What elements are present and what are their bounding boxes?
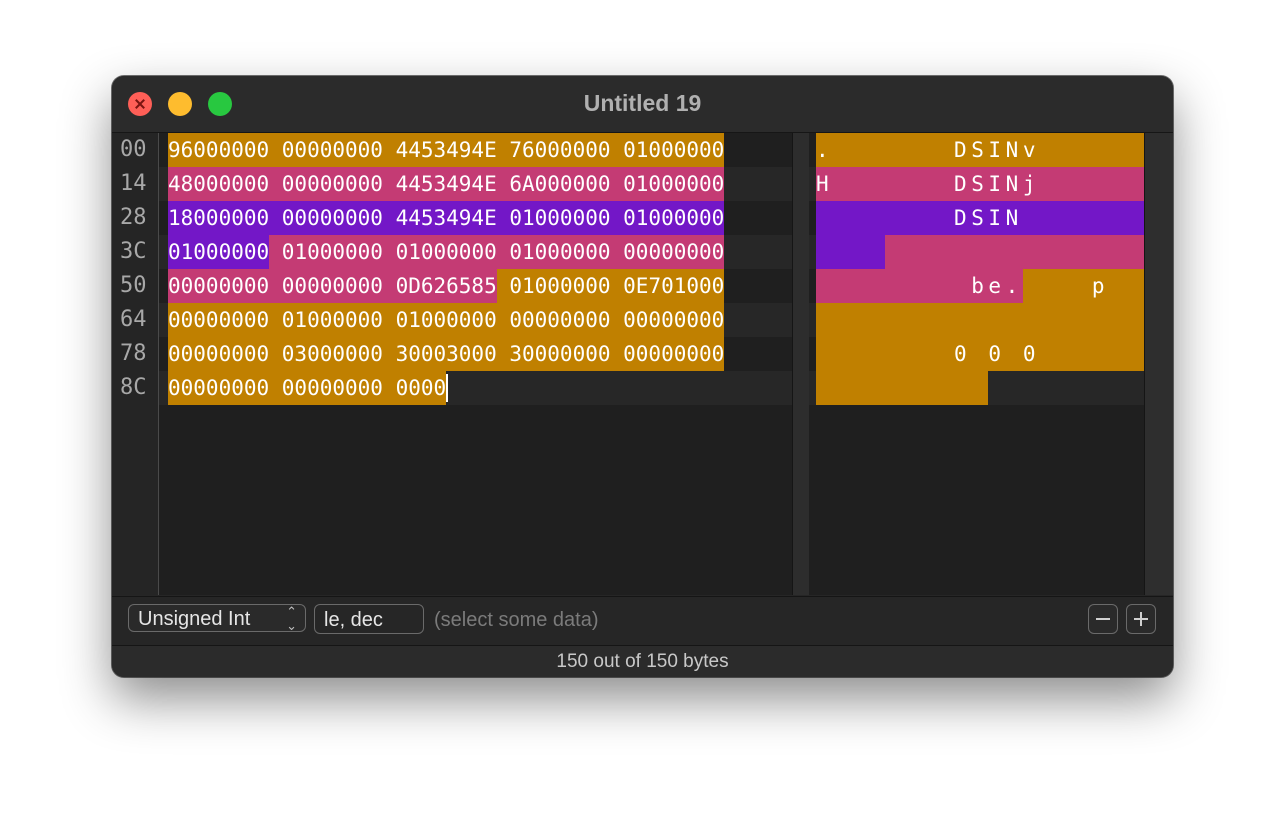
hex-bytes[interactable]: 48000000 00000000 4453494E 6A000000 0100… [168,167,725,201]
ascii-row[interactable] [809,235,1161,269]
ascii-chars[interactable] [816,371,989,405]
offset-label: 00 [120,137,147,162]
ascii-chars[interactable]: . DSINv [816,133,1161,167]
hex-bytes[interactable]: 01000000 01000000 01000000 00000000 [269,235,725,269]
type-popup-button[interactable]: Unsigned Int ⌃ ⌄ [128,604,306,633]
ascii-row[interactable]: . DSINv [809,133,1161,167]
hex-bytes[interactable]: 01000000 [168,235,270,269]
hex-bytes[interactable]: 00000000 03000000 30003000 30000000 0000… [168,337,725,371]
ascii-row[interactable] [809,303,1161,337]
hex-bytes[interactable]: 01000000 0E701000 [496,269,725,303]
hex-bytes[interactable]: 00000000 00000000 0000 [168,371,447,405]
hex-bytes[interactable]: 00000000 01000000 01000000 00000000 0000… [168,303,725,337]
type-popup-label: Unsigned Int [138,608,251,630]
inspector-value: (select some data) [434,609,599,631]
ascii-chars[interactable] [816,303,1161,337]
hex-bytes[interactable]: 18000000 00000000 4453494E 01000000 0100… [168,201,725,235]
offset-label: 64 [120,307,147,332]
ascii-chars[interactable] [816,235,885,269]
status-bar: 150 out of 150 bytes [112,646,1173,677]
plus-icon-vertical [1140,612,1142,626]
pane-divider[interactable] [792,133,810,595]
hex-bytes[interactable]: 00000000 00000000 0D626585 [168,269,497,303]
ascii-view[interactable]: . DSINv H DSINj DSIN be. p 0 0 0 [809,133,1161,595]
ascii-chars[interactable]: p [1022,269,1161,303]
vertical-scrollbar[interactable] [1144,133,1173,595]
ascii-row[interactable]: 0 0 0 [809,337,1161,371]
ascii-row[interactable]: DSIN [809,201,1161,235]
data-inspector-bar: Unsigned Int ⌃ ⌄ le, dec (select some dat… [112,596,1173,646]
window-title: Untitled 19 [583,90,702,116]
ascii-row[interactable]: be. p [809,269,1161,303]
titlebar: Untitled 19 [112,76,1173,133]
offset-column: 00 14 28 3C 50 64 78 8C [112,133,159,595]
offset-label: 78 [120,341,147,366]
hex-view[interactable]: 96000000 00000000 4453494E 76000000 0100… [159,133,792,595]
ascii-chars[interactable] [884,235,1161,269]
hex-row[interactable]: 96000000 00000000 4453494E 76000000 0100… [159,133,792,167]
offset-label: 50 [120,273,147,298]
ascii-row[interactable] [809,371,1144,405]
hex-row[interactable]: 00000000 01000000 01000000 00000000 0000… [159,303,792,337]
hex-editor-window: Untitled 19 00 14 28 3C 50 64 78 8C 96000000 00… [112,76,1173,677]
format-field[interactable]: le, dec [314,604,424,634]
ascii-chars[interactable]: H DSINj [816,167,1161,201]
ascii-chars[interactable]: be. [816,269,1023,303]
add-inspector-button[interactable] [1126,604,1156,634]
offset-label: 3C [120,239,147,264]
offset-label: 8C [120,375,147,400]
offset-label: 14 [120,171,147,196]
hex-row[interactable]: 18000000 00000000 4453494E 01000000 0100… [159,201,792,235]
ascii-row[interactable]: H DSINj [809,167,1161,201]
ascii-chars[interactable]: 0 0 0 [816,337,1161,371]
hex-bytes[interactable]: 96000000 00000000 4453494E 76000000 0100… [168,133,725,167]
hex-row[interactable]: 00000000 00000000 0D626585 01000000 0E70… [159,269,792,303]
ascii-chars[interactable]: DSIN [816,201,1161,235]
hex-row[interactable]: 00000000 03000000 30003000 30000000 0000… [159,337,792,371]
insertion-cursor [446,374,449,402]
hex-row[interactable]: 48000000 00000000 4453494E 6A000000 0100… [159,167,792,201]
up-down-chevron-icon: ⌃ ⌄ [286,604,297,633]
status-text: 150 out of 150 bytes [556,651,729,672]
offset-label: 28 [120,205,147,230]
hex-row[interactable]: 00000000 00000000 0000 [159,371,792,405]
hex-row[interactable]: 01000000 01000000 01000000 01000000 0000… [159,235,792,269]
minus-icon [1096,618,1110,620]
remove-inspector-button[interactable] [1088,604,1118,634]
